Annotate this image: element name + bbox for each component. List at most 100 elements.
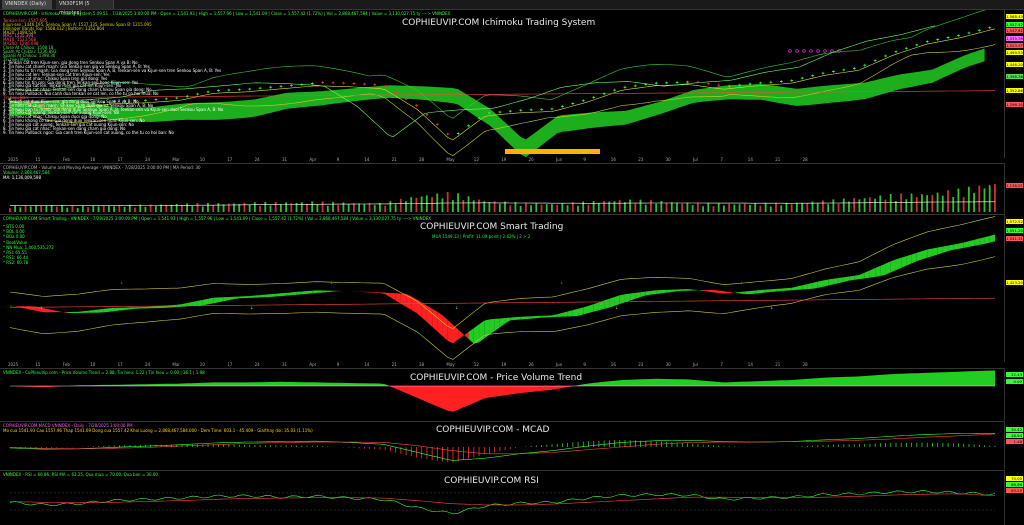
candle-body bbox=[363, 83, 366, 85]
rsi-panel[interactable]: VNINDEX - RSI = 66.86, RSI MA = 63.25, Q… bbox=[0, 470, 1024, 525]
candle-body bbox=[206, 91, 210, 93]
candle-body bbox=[738, 84, 741, 86]
volume-bar bbox=[384, 205, 387, 212]
tab-bar: VNINDEX (Daily) VN30F1M (5 minutes) bbox=[0, 0, 1024, 16]
smart-trading-panel[interactable]: ↓ ↓ ↓ ↓ ↓ ↓ ↓ ↓ ↓ COPHIEUVIP.COM Smart Trading -… bbox=[0, 214, 1024, 362]
macd-histogram-bar bbox=[228, 444, 230, 447]
volume-bar bbox=[35, 205, 37, 212]
macd-panel[interactable]: COPHIEUVIP.COM MACD VNINDEX - Daily - 7/… bbox=[0, 421, 1024, 469]
macd-histogram-bar bbox=[817, 445, 819, 447]
trend-ribbon-segment bbox=[494, 318, 500, 332]
volume-bar bbox=[40, 205, 43, 212]
trend-ribbon-segment bbox=[593, 302, 599, 312]
price-box: 1,423.20 bbox=[1006, 280, 1023, 285]
ichimoku-title: COPHIEUVIP.COM Ichimoku Trading System bbox=[402, 18, 596, 28]
candle-body bbox=[300, 83, 304, 85]
trend-ribbon-segment bbox=[281, 292, 287, 297]
volume-panel[interactable]: COPHIEUVIP.COM - Volume and Moving Avera… bbox=[0, 163, 1024, 213]
trend-ribbon-segment bbox=[791, 286, 797, 291]
trend-ribbon-segment bbox=[765, 289, 771, 293]
macd-histogram-bar bbox=[806, 445, 808, 447]
macd-histogram-bar bbox=[963, 443, 965, 447]
trend-ribbon-segment bbox=[536, 315, 542, 319]
candle-body bbox=[321, 81, 324, 83]
macd-histogram-bar bbox=[603, 440, 605, 447]
trend-ribbon-segment bbox=[369, 291, 375, 293]
candle-body bbox=[550, 108, 554, 110]
volume-bar bbox=[66, 207, 69, 212]
volume-bar bbox=[868, 197, 871, 212]
trend-ribbon-segment bbox=[531, 316, 537, 319]
volume-bar bbox=[921, 194, 923, 212]
trend-ribbon-segment bbox=[25, 306, 31, 310]
trend-ribbon-segment bbox=[546, 315, 553, 318]
candle-body bbox=[936, 39, 939, 41]
volume-bar bbox=[665, 202, 668, 212]
macd-histogram-bar bbox=[317, 445, 318, 447]
volume-bar bbox=[743, 203, 746, 212]
trend-ribbon-segment bbox=[854, 274, 860, 280]
candle-body bbox=[707, 83, 710, 85]
macd-histogram-bar bbox=[942, 443, 944, 447]
volume-bar bbox=[217, 203, 220, 212]
x-tick-label: 26 bbox=[528, 157, 534, 162]
macd-histogram-bar bbox=[426, 447, 428, 460]
trend-ribbon-segment bbox=[458, 329, 464, 340]
candle-body bbox=[769, 81, 773, 83]
volume-bar bbox=[326, 205, 329, 212]
trend-ribbon-segment bbox=[770, 288, 777, 293]
trend-ribbon-segment bbox=[385, 292, 391, 298]
macd-histogram-bar bbox=[410, 447, 412, 457]
trend-ribbon-segment bbox=[557, 312, 563, 317]
x-tick-label: 2025 bbox=[8, 157, 19, 162]
volume-bar bbox=[655, 203, 658, 212]
candle-body bbox=[790, 80, 794, 82]
trend-ribbon-segment bbox=[552, 314, 558, 318]
volume-bar bbox=[728, 203, 731, 212]
candle-body bbox=[946, 37, 950, 39]
x-tick-label: 21 bbox=[391, 157, 397, 162]
x-tick-label: 17 bbox=[117, 157, 123, 162]
trend-ribbon-segment bbox=[234, 296, 240, 300]
trend-ribbon-segment bbox=[286, 292, 292, 296]
pvt-panel[interactable]: VNINDEX - CoPhieuVip.com - Price Volume … bbox=[0, 368, 1024, 420]
trend-ribbon-segment bbox=[708, 289, 714, 293]
trend-ribbon-segment bbox=[114, 307, 120, 312]
macd-histogram-bar bbox=[593, 440, 595, 447]
macd-histogram-bar bbox=[244, 444, 245, 447]
macd-histogram-bar bbox=[384, 447, 386, 451]
signal-marker: ↓ bbox=[250, 305, 253, 310]
candle-body bbox=[404, 98, 408, 100]
volume-bar bbox=[863, 198, 866, 212]
trend-ribbon-segment bbox=[656, 290, 662, 294]
price-box: 63.25 bbox=[1006, 488, 1023, 493]
trend-ribbon-segment bbox=[984, 235, 990, 244]
volume-bar bbox=[978, 185, 981, 212]
tab-vnindex-daily[interactable]: VNINDEX (Daily) bbox=[2, 0, 52, 9]
macd-histogram-bar bbox=[645, 440, 647, 447]
trend-ribbon-segment bbox=[103, 308, 110, 313]
price-box: 1,523.57 bbox=[1006, 43, 1023, 48]
macd-histogram-bar bbox=[848, 444, 850, 447]
candle-body bbox=[196, 93, 199, 95]
candle-body bbox=[696, 81, 700, 83]
macd-histogram-bar bbox=[56, 447, 58, 448]
macd-histogram-bar bbox=[535, 445, 537, 447]
trend-ribbon-segment bbox=[109, 307, 115, 312]
volume-bar bbox=[561, 203, 564, 212]
tab-vn30f1m-5min[interactable]: VN30F1M (5 minutes) bbox=[56, 0, 114, 16]
volume-bar bbox=[170, 204, 173, 212]
price-box: 1,557.42 bbox=[1006, 22, 1023, 27]
ichimoku-panel[interactable]: COPHIEUVIP.COM - Ichimoku Trading System… bbox=[0, 10, 1024, 158]
macd-histogram-bar bbox=[473, 447, 475, 458]
legend-line: 9. Tin hieu Pullback ngoc: Gia canh tren… bbox=[3, 129, 174, 135]
candle-body bbox=[175, 97, 179, 99]
macd-histogram-bar bbox=[984, 445, 985, 447]
projection-dot bbox=[830, 49, 834, 53]
volume-bar bbox=[410, 197, 413, 212]
macd-title: COPHIEUVIP.COM - MCAD bbox=[436, 425, 550, 435]
candle-body bbox=[269, 86, 272, 88]
macd-histogram-bar bbox=[614, 440, 615, 447]
volume-bar bbox=[858, 199, 861, 212]
trend-ribbon-segment bbox=[875, 265, 881, 277]
